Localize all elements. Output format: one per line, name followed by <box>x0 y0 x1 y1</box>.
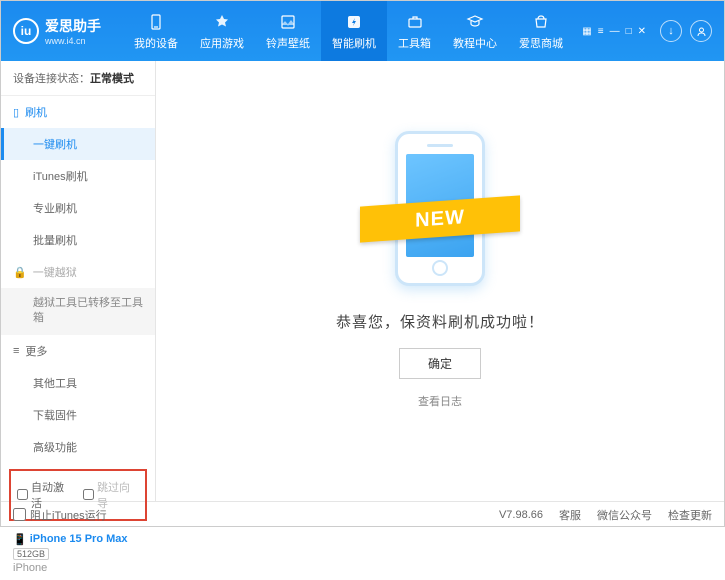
menu-advanced[interactable]: 高级功能 <box>1 431 155 463</box>
section-jailbreak: 🔒一键越狱 <box>1 256 155 288</box>
wallpaper-icon <box>278 12 298 32</box>
header: iu 爱思助手 www.i4.cn 我的设备 应用游戏 铃声壁纸 智能刷机 工具… <box>1 1 724 61</box>
menu-pro-flash[interactable]: 专业刷机 <box>1 192 155 224</box>
header-right: ▦ ≡ — □ ✕ ↓ <box>582 20 712 42</box>
device-icon <box>146 12 166 32</box>
close-icon[interactable]: ✕ <box>638 26 646 37</box>
menu-download-firmware[interactable]: 下载固件 <box>1 399 155 431</box>
menu-itunes-flash[interactable]: iTunes刷机 <box>1 160 155 192</box>
footer-support[interactable]: 客服 <box>559 507 581 523</box>
menu-other-tools[interactable]: 其他工具 <box>1 367 155 399</box>
nav-store[interactable]: 爱思商城 <box>508 1 574 61</box>
lock-icon: 🔒 <box>13 266 27 279</box>
flash-icon <box>344 12 364 32</box>
version-label: V7.98.66 <box>499 509 543 521</box>
connection-status: 设备连接状态：正常模式 <box>1 61 155 96</box>
footer-wechat[interactable]: 微信公众号 <box>597 507 652 523</box>
menu-icon[interactable]: ▦ <box>582 26 591 37</box>
logo-subtitle: www.i4.cn <box>45 36 101 46</box>
menu-batch-flash[interactable]: 批量刷机 <box>1 224 155 256</box>
tray-icon[interactable]: ≡ <box>598 26 604 37</box>
phone-small-icon: 📱 <box>13 533 27 546</box>
nav-smart-flash[interactable]: 智能刷机 <box>321 1 387 61</box>
success-illustration: NEW <box>370 123 510 293</box>
nav-ringtones[interactable]: 铃声壁纸 <box>255 1 321 61</box>
tutorial-icon <box>465 12 485 32</box>
section-flash[interactable]: ▯刷机 <box>1 96 155 128</box>
new-ribbon: NEW <box>360 195 520 242</box>
menu-one-click-flash[interactable]: 一键刷机 <box>1 128 155 160</box>
minimize-icon[interactable]: — <box>610 26 620 37</box>
logo-title: 爱思助手 <box>45 16 101 36</box>
window-controls: ▦ ≡ — □ ✕ <box>582 26 646 37</box>
logo: iu 爱思助手 www.i4.cn <box>13 16 101 46</box>
more-icon: ≡ <box>13 345 19 357</box>
device-model: iPhone <box>13 562 143 574</box>
main-nav: 我的设备 应用游戏 铃声壁纸 智能刷机 工具箱 教程中心 爱思商城 <box>123 1 582 61</box>
logo-icon: iu <box>13 18 39 44</box>
nav-tutorials[interactable]: 教程中心 <box>442 1 508 61</box>
nav-apps-games[interactable]: 应用游戏 <box>189 1 255 61</box>
section-more[interactable]: ≡更多 <box>1 335 155 367</box>
jailbreak-note: 越狱工具已转移至工具箱 <box>1 288 155 335</box>
user-button[interactable] <box>690 20 712 42</box>
nav-toolbox[interactable]: 工具箱 <box>387 1 442 61</box>
download-button[interactable]: ↓ <box>660 20 682 42</box>
nav-my-device[interactable]: 我的设备 <box>123 1 189 61</box>
device-storage: 512GB <box>13 548 49 560</box>
ok-button[interactable]: 确定 <box>399 348 481 379</box>
toolbox-icon <box>405 12 425 32</box>
main-content: NEW 恭喜您，保资料刷机成功啦！ 确定 查看日志 <box>156 61 724 501</box>
phone-icon: ▯ <box>13 106 19 119</box>
block-itunes-checkbox[interactable]: 阻止iTunes运行 <box>13 507 107 523</box>
success-message: 恭喜您，保资料刷机成功啦！ <box>336 311 544 332</box>
store-icon <box>531 12 551 32</box>
device-info: 📱iPhone 15 Pro Max 512GB iPhone <box>1 527 155 580</box>
view-log-link[interactable]: 查看日志 <box>418 393 462 409</box>
maximize-icon[interactable]: □ <box>626 26 632 37</box>
app-icon <box>212 12 232 32</box>
sidebar: 设备连接状态：正常模式 ▯刷机 一键刷机 iTunes刷机 专业刷机 批量刷机 … <box>1 61 156 501</box>
footer-update[interactable]: 检查更新 <box>668 507 712 523</box>
